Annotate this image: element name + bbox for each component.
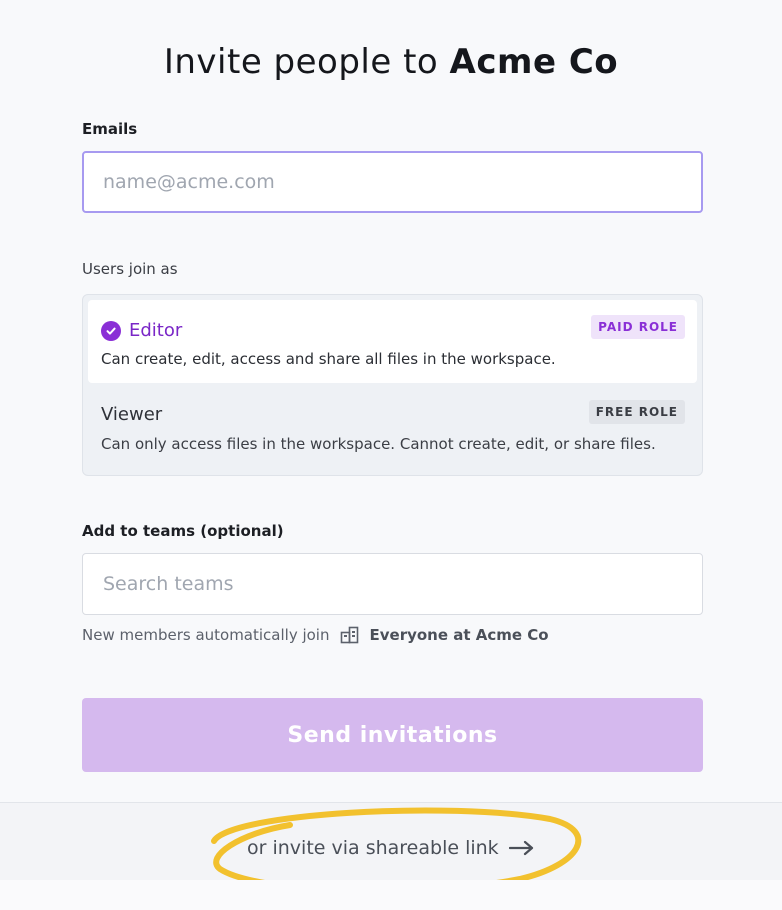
default-team-name: Everyone at Acme Co [369, 626, 549, 644]
footer: or invite via shareable link [0, 802, 782, 894]
arrow-right-icon [508, 840, 535, 856]
role-viewer-name: Viewer [101, 404, 163, 425]
check-circle-icon [101, 320, 121, 341]
roles-label: Users join as [82, 260, 178, 278]
paid-role-badge: PAID ROLE [591, 315, 685, 339]
teams-search-input[interactable] [82, 553, 703, 615]
teams-label: Add to teams (optional) [82, 522, 284, 540]
emails-label: Emails [82, 120, 138, 138]
page-title-org: Acme Co [449, 42, 619, 82]
page-title-prefix: Invite people to [163, 42, 439, 82]
role-editor-description: Can create, edit, access and share all f… [101, 350, 556, 368]
emails-input[interactable] [82, 151, 703, 213]
role-option-editor[interactable]: Editor PAID ROLE Can create, edit, acces… [88, 300, 697, 383]
building-icon [340, 626, 360, 644]
shareable-link-label: or invite via shareable link [247, 837, 499, 859]
role-viewer-description: Can only access files in the workspace. … [101, 435, 656, 453]
page-title: Invite people to Acme Co [0, 42, 782, 82]
role-selector: Editor PAID ROLE Can create, edit, acces… [82, 294, 703, 476]
page-bottom-area [0, 880, 782, 910]
send-invitations-button[interactable]: Send invitations [82, 698, 703, 772]
free-role-badge: FREE ROLE [588, 400, 685, 424]
teams-helper: New members automatically join Everyone … [82, 626, 549, 644]
teams-helper-text: New members automatically join [82, 626, 330, 644]
shareable-link[interactable]: or invite via shareable link [247, 837, 535, 859]
role-editor-name-row: Editor [101, 320, 182, 341]
role-option-viewer[interactable]: Viewer FREE ROLE Can only access files i… [88, 387, 697, 470]
role-editor-name: Editor [129, 320, 183, 341]
